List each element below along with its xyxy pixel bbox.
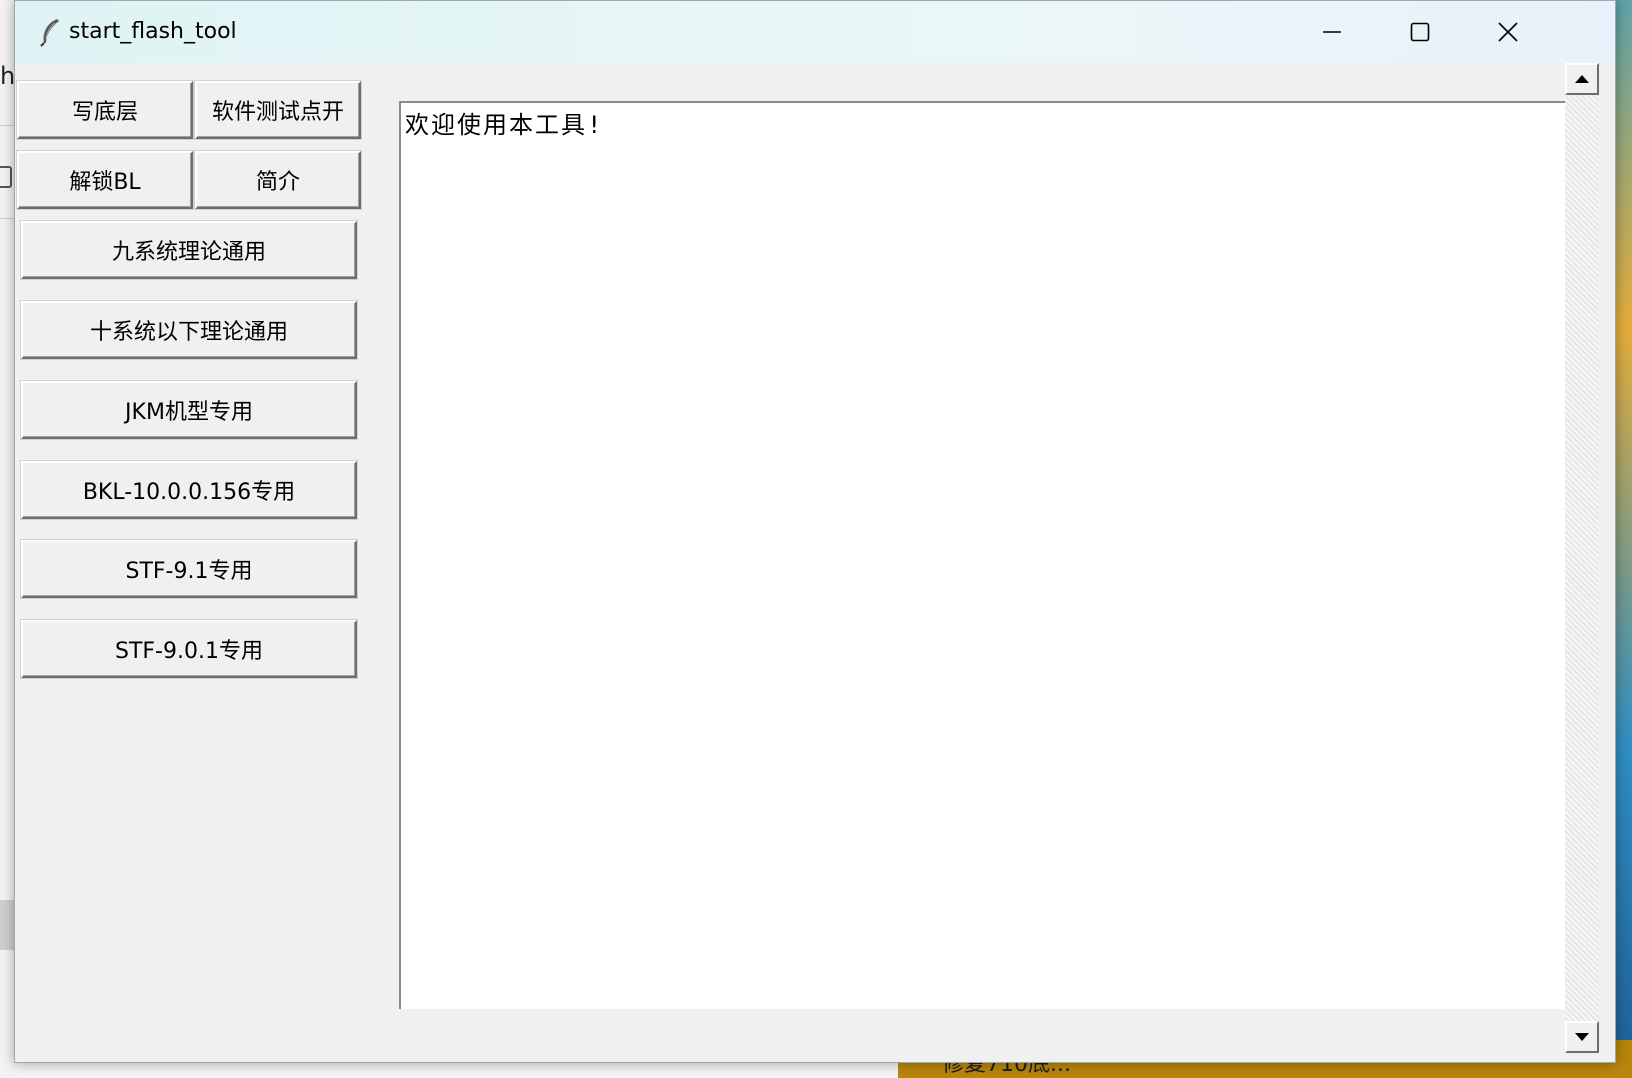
maximize-icon	[1410, 22, 1430, 42]
background-window-text: h	[0, 62, 16, 90]
intro-button[interactable]: 简介	[195, 151, 361, 209]
close-button[interactable]	[1463, 1, 1553, 63]
minimize-button[interactable]	[1287, 1, 1377, 63]
jkm-model-button[interactable]: JKM机型专用	[21, 381, 357, 439]
stf-9-0-1-button[interactable]: STF-9.0.1专用	[21, 620, 357, 678]
stf-9-1-button[interactable]: STF-9.1专用	[21, 540, 357, 598]
maximize-button[interactable]	[1375, 1, 1465, 63]
welcome-text: 欢迎使用本工具!	[405, 111, 604, 139]
close-icon	[1498, 22, 1518, 42]
bkl-10-0-0-156-button[interactable]: BKL-10.0.0.156专用	[21, 461, 357, 519]
background-trash-icon	[0, 166, 12, 188]
scroll-down-arrow-icon	[1575, 1033, 1589, 1041]
nine-system-general-button[interactable]: 九系统理论通用	[21, 221, 357, 279]
feather-icon	[40, 19, 59, 47]
scroll-up-button[interactable]	[1565, 63, 1599, 95]
window-title: start_flash_tool	[69, 19, 237, 44]
write-base-button[interactable]: 写底层	[17, 81, 193, 139]
vertical-scrollbar[interactable]	[1565, 63, 1599, 1053]
scroll-up-arrow-icon	[1575, 75, 1589, 83]
title-bar[interactable]: start_flash_tool	[15, 1, 1615, 63]
minimize-icon	[1323, 31, 1341, 33]
ten-below-general-button[interactable]: 十系统以下理论通用	[21, 301, 357, 359]
software-test-open-button[interactable]: 软件测试点开	[195, 81, 361, 139]
app-window: start_flash_tool 写底层 软件测试点开 解锁BL 简介 九系统理…	[14, 0, 1616, 1063]
unlock-bl-button[interactable]: 解锁BL	[17, 151, 193, 209]
scroll-down-button[interactable]	[1565, 1021, 1599, 1053]
output-text-area[interactable]: 欢迎使用本工具!	[399, 101, 1565, 1009]
